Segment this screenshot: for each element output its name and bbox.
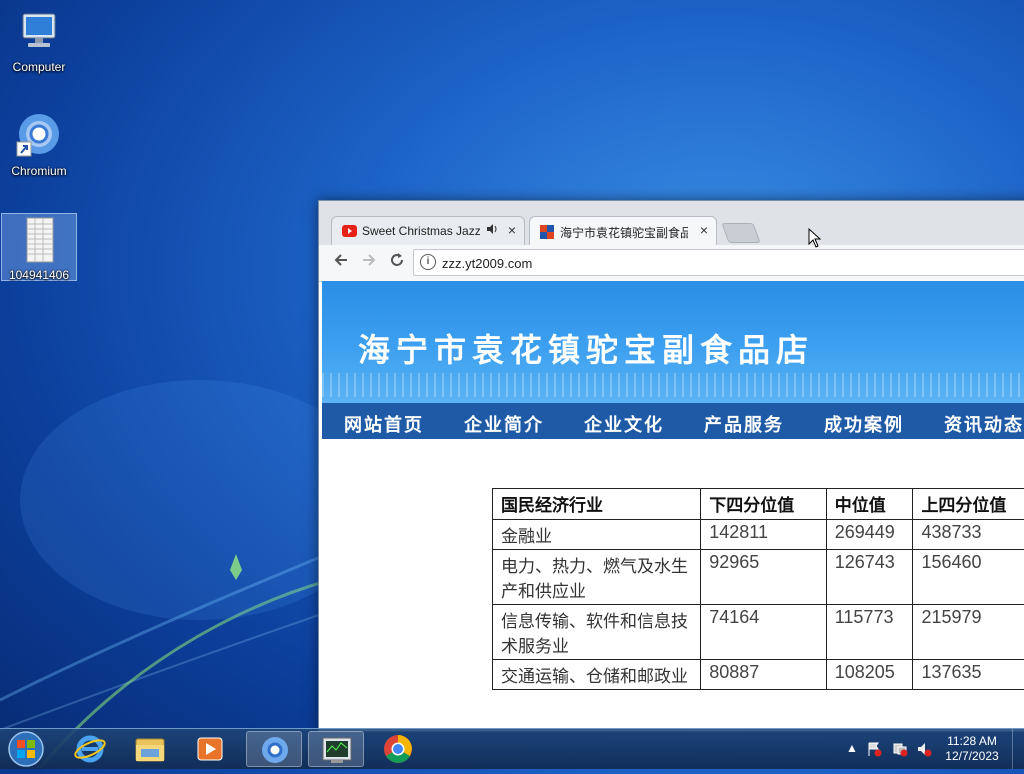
- chrome-icon: [370, 731, 426, 767]
- chromium-icon: [15, 112, 63, 160]
- table-cell: 142811: [701, 520, 826, 550]
- tab-close-icon[interactable]: ×: [700, 222, 708, 238]
- taskbar-media-player[interactable]: [182, 731, 238, 767]
- table-header: 上四分位值: [913, 489, 1024, 520]
- taskbar-internet-explorer[interactable]: [62, 731, 118, 767]
- table-cell: 126743: [826, 550, 913, 605]
- nav-item-home[interactable]: 网站首页: [344, 411, 424, 437]
- clock-time: 11:28 AM: [940, 734, 1004, 749]
- table-row: 信息传输、软件和信息技术服务业 74164 115773 215979: [493, 605, 1024, 660]
- speaker-icon[interactable]: [486, 223, 498, 238]
- nav-item-news[interactable]: 资讯动态: [944, 411, 1024, 437]
- table-header: 下四分位值: [701, 489, 826, 520]
- table-cell: 215979: [913, 605, 1024, 660]
- tab-label: 海宁市袁花镇驼宝副食品店: [560, 224, 688, 241]
- tab-strip: Sweet Christmas Jazz × 海宁市袁花镇驼宝副食品店 ×: [319, 201, 1024, 245]
- table-row: 金融业 142811 269449 438733: [493, 520, 1024, 550]
- clock-date: 12/7/2023: [940, 749, 1004, 764]
- nav-item-products[interactable]: 产品服务: [704, 411, 784, 437]
- table-cell: 115773: [826, 605, 913, 660]
- internet-explorer-icon: [62, 731, 118, 767]
- table-cell: 金融业: [493, 520, 701, 550]
- youtube-icon: [342, 225, 357, 237]
- system-clock[interactable]: 11:28 AM 12/7/2023: [940, 734, 1004, 764]
- table-cell: 74164: [701, 605, 826, 660]
- taskbar-chrome[interactable]: [370, 731, 426, 767]
- info-icon[interactable]: i: [420, 254, 436, 270]
- nav-item-about[interactable]: 企业简介: [464, 411, 544, 437]
- network-icon[interactable]: [892, 741, 908, 757]
- show-desktop-button[interactable]: [1012, 729, 1024, 769]
- desktop-icon-label: 104941406: [2, 268, 76, 282]
- show-hidden-icons[interactable]: ▲: [844, 741, 860, 757]
- desktop-icon-label: Chromium: [3, 164, 75, 178]
- table-cell: 交通运输、仓储和邮政业: [493, 660, 701, 690]
- mouse-cursor-icon: [808, 228, 822, 248]
- table-header: 国民经济行业: [493, 489, 701, 520]
- computer-icon: [15, 8, 63, 56]
- media-player-icon: [182, 731, 238, 767]
- taskbar: ▲ 11:28 AM 12/7/2023: [0, 728, 1024, 769]
- taskbar-file-explorer[interactable]: [122, 731, 178, 767]
- desktop-icon-spreadsheet[interactable]: 104941406: [1, 213, 77, 281]
- table-cell: 信息传输、软件和信息技术服务业: [493, 605, 701, 660]
- reload-icon: [388, 251, 406, 269]
- site-title: 海宁市袁花镇驼宝副食品店: [358, 325, 814, 371]
- table-cell: 156460: [913, 550, 1024, 605]
- site-banner: 海宁市袁花镇驼宝副食品店: [322, 281, 1024, 403]
- table-row: 电力、热力、燃气及水生产和供应业 92965 126743 156460: [493, 550, 1024, 605]
- nav-item-cases[interactable]: 成功案例: [824, 411, 904, 437]
- table-header-row: 国民经济行业 下四分位值 中位值 上四分位值: [493, 489, 1024, 520]
- start-button[interactable]: [4, 729, 48, 769]
- desktop-icon-label: Computer: [3, 60, 75, 74]
- browser-window: Sweet Christmas Jazz × 海宁市袁花镇驼宝副食品店 × i …: [318, 200, 1024, 732]
- windows-logo-icon: [4, 729, 48, 769]
- browser-toolbar: i zzz.yt2009.com: [319, 245, 1024, 282]
- table-header: 中位值: [826, 489, 913, 520]
- tab-close-icon[interactable]: ×: [508, 222, 516, 238]
- volume-muted-icon[interactable]: [916, 741, 932, 757]
- chromium-icon: [247, 732, 303, 768]
- table-cell: 438733: [913, 520, 1024, 550]
- table-cell: 137635: [913, 660, 1024, 690]
- reload-button[interactable]: [385, 251, 409, 275]
- tab-youtube[interactable]: Sweet Christmas Jazz ×: [331, 216, 525, 245]
- new-tab-button[interactable]: [721, 223, 760, 243]
- address-bar[interactable]: i zzz.yt2009.com: [413, 249, 1024, 276]
- back-button[interactable]: [329, 251, 353, 275]
- folder-icon: [122, 731, 178, 767]
- tab-label: Sweet Christmas Jazz: [362, 224, 480, 238]
- nav-item-culture[interactable]: 企业文化: [584, 411, 664, 437]
- table-cell: 108205: [826, 660, 913, 690]
- table-cell: 269449: [826, 520, 913, 550]
- desktop-icon-chromium[interactable]: Chromium: [3, 112, 75, 178]
- url-text: zzz.yt2009.com: [442, 256, 532, 271]
- forward-button[interactable]: [357, 251, 381, 275]
- site-nav: 网站首页 企业简介 企业文化 产品服务 成功案例 资讯动态: [322, 403, 1024, 439]
- desktop-icon-computer[interactable]: Computer: [3, 8, 75, 74]
- banner-decoration: [322, 373, 1024, 397]
- forward-arrow-icon: [360, 251, 378, 269]
- table-cell: 电力、热力、燃气及水生产和供应业: [493, 550, 701, 605]
- table-row: 交通运输、仓储和邮政业 80887 108205 137635: [493, 660, 1024, 690]
- taskbar-chromium[interactable]: [246, 731, 302, 767]
- spreadsheet-file-icon: [15, 216, 63, 264]
- salary-table: 国民经济行业 下四分位值 中位值 上四分位值 金融业 142811 269449…: [492, 488, 1024, 690]
- taskbar-task-manager[interactable]: [308, 731, 364, 767]
- table-cell: 80887: [701, 660, 826, 690]
- tab-site[interactable]: 海宁市袁花镇驼宝副食品店 ×: [529, 216, 717, 245]
- task-manager-icon: [309, 732, 365, 768]
- back-arrow-icon: [332, 251, 350, 269]
- table-cell: 92965: [701, 550, 826, 605]
- site-favicon: [540, 225, 555, 237]
- action-center-flag-icon[interactable]: [866, 741, 882, 757]
